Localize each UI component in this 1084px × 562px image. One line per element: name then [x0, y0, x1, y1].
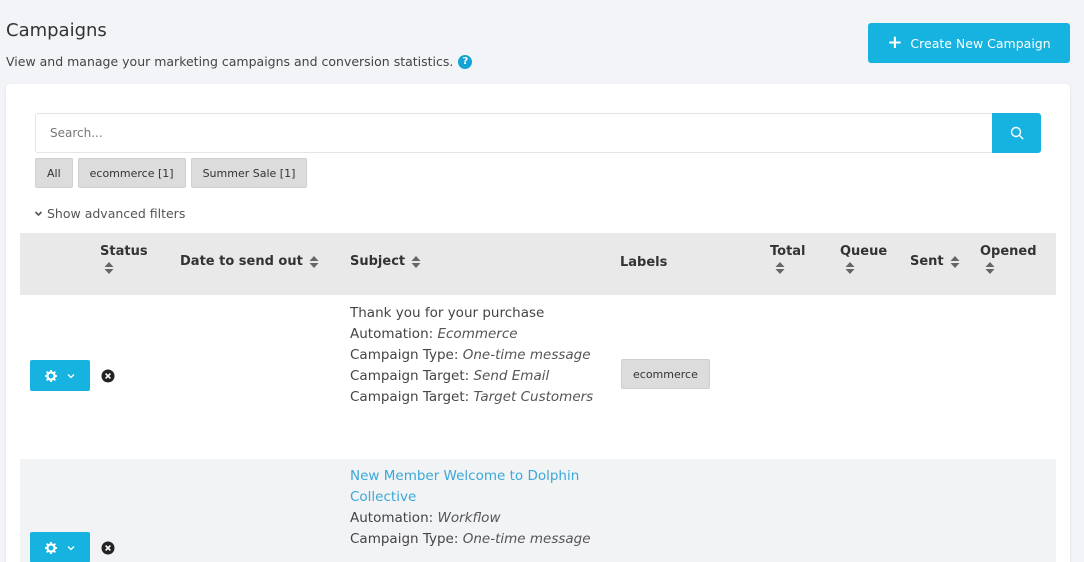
table-header: Status Date to send out Subject Labels T… [20, 233, 1056, 295]
row-actions-button[interactable] [30, 532, 90, 562]
column-status[interactable]: Status [100, 244, 148, 275]
subtitle-text: View and manage your marketing campaigns… [6, 54, 454, 69]
column-sent[interactable]: Sent [910, 254, 960, 269]
sort-icon [104, 262, 114, 274]
subject-type: Campaign Type: One-time message [350, 347, 591, 363]
column-sent-label: Sent [910, 254, 944, 269]
subject-title-link[interactable]: New Member Welcome to Dolphin Collective [350, 466, 600, 508]
filter-tag-summer-sale[interactable]: Summer Sale [1] [190, 158, 308, 188]
column-total[interactable]: Total [770, 244, 806, 275]
row-subject: Thank you for your purchase Automation: … [350, 303, 600, 408]
campaigns-table: Status Date to send out Subject Labels T… [20, 233, 1056, 562]
create-campaign-label: Create New Campaign [910, 35, 1051, 51]
sort-icon [775, 262, 785, 274]
search-bar [35, 113, 1041, 153]
gear-icon [45, 541, 57, 554]
advanced-filters-toggle[interactable]: Show advanced filters [34, 206, 185, 221]
column-labels-label: Labels [620, 255, 668, 270]
plus-icon: + [887, 32, 903, 53]
chevron-down-icon [67, 373, 75, 378]
table-row: New Member Welcome to Dolphin Collective… [20, 459, 1056, 562]
subject-target: Campaign Target: Target Customers [350, 389, 594, 405]
delete-icon[interactable] [101, 369, 115, 383]
create-campaign-button[interactable]: + Create New Campaign [868, 23, 1070, 63]
subject-type: Campaign Type: One-time message [350, 531, 591, 547]
sort-icon [985, 262, 995, 274]
help-icon[interactable]: ? [458, 54, 473, 69]
subject-automation: Automation: Workflow [350, 510, 501, 526]
chevron-down-icon [34, 211, 43, 217]
filter-tags: All ecommerce [1] Summer Sale [1] [35, 158, 308, 188]
column-queue-label: Queue [840, 244, 888, 259]
search-button[interactable] [992, 113, 1041, 153]
column-subject[interactable]: Subject [350, 254, 421, 269]
sort-icon [845, 262, 855, 274]
column-opened[interactable]: Opened [980, 244, 1037, 275]
sort-icon [411, 255, 421, 268]
subject-target: Campaign Target: Send Email [350, 368, 550, 384]
row-actions-button[interactable] [30, 360, 90, 391]
chevron-down-icon [67, 545, 75, 550]
subject-automation: Automation: Ecommerce [350, 326, 518, 342]
column-opened-label: Opened [980, 244, 1037, 259]
filter-tag-ecommerce[interactable]: ecommerce [1] [77, 158, 186, 188]
table-row: Thank you for your purchase Automation: … [20, 295, 1056, 459]
column-status-label: Status [100, 244, 148, 259]
label-badge[interactable]: ecommerce [621, 359, 710, 389]
column-labels: Labels [620, 255, 667, 270]
sort-icon [309, 255, 319, 268]
page-subtitle: View and manage your marketing campaigns… [6, 54, 473, 69]
advanced-filters-label: Show advanced filters [47, 206, 186, 221]
column-total-label: Total [770, 244, 806, 259]
column-date[interactable]: Date to send out [180, 254, 319, 269]
subject-title: Thank you for your purchase [350, 305, 545, 321]
page-title: Campaigns [6, 20, 107, 41]
sort-icon [950, 255, 960, 268]
campaigns-card: All ecommerce [1] Summer Sale [1] Show a… [6, 84, 1070, 562]
search-icon [1010, 126, 1024, 140]
column-subject-label: Subject [350, 254, 406, 269]
column-date-label: Date to send out [180, 254, 303, 269]
row-subject: New Member Welcome to Dolphin Collective… [350, 466, 600, 550]
search-input[interactable] [35, 113, 992, 153]
column-queue[interactable]: Queue [840, 244, 887, 275]
gear-icon [45, 369, 57, 382]
filter-tag-all[interactable]: All [35, 158, 73, 188]
delete-icon[interactable] [101, 541, 115, 555]
